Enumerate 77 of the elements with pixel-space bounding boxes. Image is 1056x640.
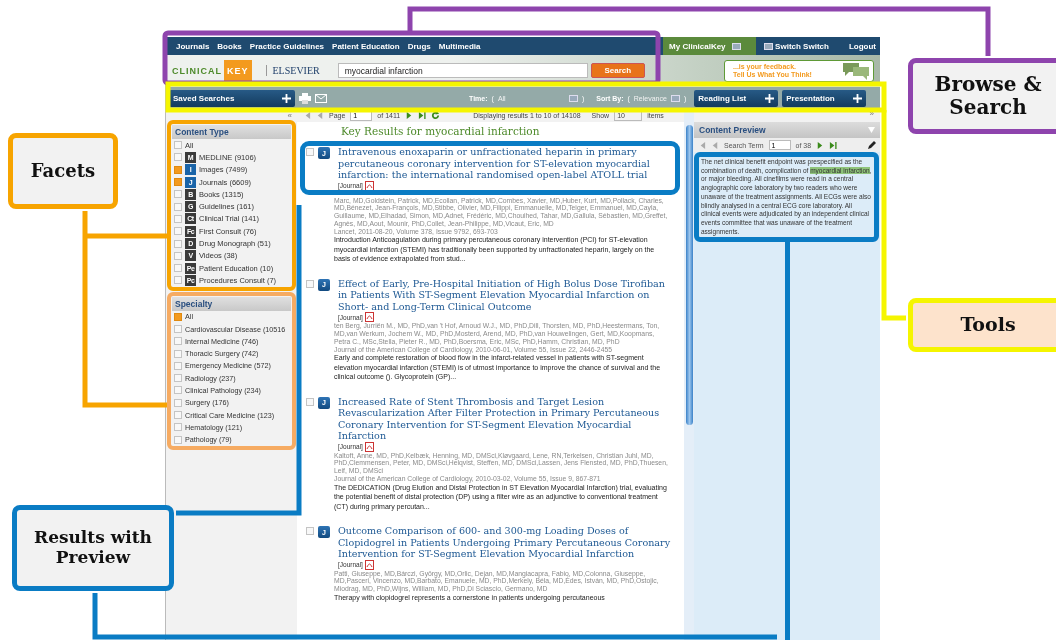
first-page-icon[interactable] [303,111,311,120]
collapse-right-button[interactable]: » [869,109,874,122]
collapse-icon[interactable] [868,127,875,133]
facet-checkbox[interactable] [174,202,182,211]
pdf-icon[interactable] [364,180,374,191]
nav-link[interactable]: Patient Education [332,41,400,51]
facet-checkbox[interactable] [174,276,182,285]
refresh-icon[interactable] [431,111,441,120]
previous-icon[interactable] [711,140,719,150]
result-checkbox[interactable] [306,397,314,406]
result-title[interactable]: Effect of Early, Pre-Hospital Initiation of High Bolus Dose Tirofiban in Patients With ST-Segment Elevation Myocardial Infarction on Short- and Long-Term Clinical Outcome [338,277,675,313]
nav-link[interactable]: Books [217,41,242,51]
previous-icon[interactable] [316,111,324,120]
collapse-left-button[interactable]: « [287,111,292,120]
result-checkbox[interactable] [306,148,314,156]
result-title[interactable]: Intravenous enoxaparin or unfractionated heparin in primary percutaneous coronary intervention for ST-elevation myocardial infarction: the international randomised open-label ATOLL trial [338,146,675,181]
next-icon[interactable] [816,140,825,150]
result-checkbox[interactable] [306,527,314,535]
search-field[interactable]: myocardial infarction [337,63,588,78]
facet-checkbox[interactable] [174,386,182,395]
nav-link[interactable]: Multimedia [438,41,481,51]
nav-link[interactable]: Journals [176,41,210,51]
result-title[interactable]: Increased Rate of Stent Thrombosis and Target Lesion Revascularization After Filter Protection in Primary Percutaneous Coronary Intervention for ST-Segment Elevation Myocardial Infarction [338,395,675,442]
last-page-icon[interactable] [829,140,838,150]
nav-link[interactable]: Practice Guidelines [249,41,325,51]
reading-list-button[interactable]: Reading List [694,89,779,107]
facet-checkbox[interactable] [174,227,182,236]
facet-checkbox[interactable] [174,190,182,199]
facet-checkbox[interactable] [174,374,182,383]
mail-icon[interactable] [315,93,327,103]
result-checkbox[interactable] [306,279,314,288]
facet-checkbox[interactable] [174,411,182,420]
presentation-button[interactable]: Presentation [782,89,867,107]
facet-checkbox[interactable] [174,435,182,444]
next-icon[interactable] [405,111,414,120]
facet-checkbox[interactable] [174,178,182,187]
speech-bubbles-icon [841,60,871,81]
facet-checkbox[interactable] [174,264,182,273]
logo[interactable]: CLINICAL KEY [172,59,252,82]
plus-icon [282,93,291,103]
first-page-icon[interactable] [698,140,706,150]
plus-icon [853,93,863,103]
saved-searches-button[interactable]: Saved Searches [169,89,295,107]
facet-header[interactable]: Specialty [172,296,291,311]
pdf-icon[interactable] [364,441,374,452]
facet-checkbox[interactable] [174,153,182,162]
last-page-icon[interactable] [418,111,427,120]
callout-label: Results with Preview [12,505,174,591]
my-clinicalkey-menu[interactable]: My ClinicalKey [663,37,757,55]
facet-checkbox[interactable] [174,423,182,432]
switch-menu[interactable]: Switch Switch [764,41,829,51]
pdf-icon[interactable] [364,559,374,570]
facet-checkbox[interactable] [174,251,182,260]
facet-checkbox[interactable] [174,349,182,358]
facet-header[interactable]: Content Type [172,125,291,139]
facet-checkbox[interactable] [174,337,182,346]
facet-checkbox[interactable] [174,398,182,407]
callout-label: Facets [8,133,118,209]
pencil-icon[interactable] [868,141,876,149]
publisher-logo: ELSEVIER [265,65,320,76]
facet-checkbox[interactable] [174,214,182,223]
nav-link[interactable]: Drugs [407,41,431,51]
facet-checkbox[interactable] [174,239,182,248]
pdf-icon[interactable] [364,312,374,323]
plus-icon [765,93,775,103]
facet-checkbox[interactable] [174,141,182,150]
results-heading: Key Results for myocardial infarction [340,124,541,139]
content-preview-header: Content Preview [694,122,880,138]
callout-label: Tools [908,298,1056,352]
facet-checkbox[interactable] [174,312,182,321]
facet-checkbox[interactable] [174,325,182,333]
facet-checkbox[interactable] [174,361,182,370]
logout-link[interactable]: Logout [848,41,876,51]
callout-label: Browse & Search [908,58,1056,134]
facet-checkbox[interactable] [174,165,182,174]
print-icon[interactable] [299,92,311,104]
result-title[interactable]: Outcome Comparison of 600- and 300-mg Loading Doses of Clopidogrel in Patients Undergoing Primary Percutaneous Coronary Intervention for ST-Segment Elevation Myocardial Infarction [338,525,675,560]
